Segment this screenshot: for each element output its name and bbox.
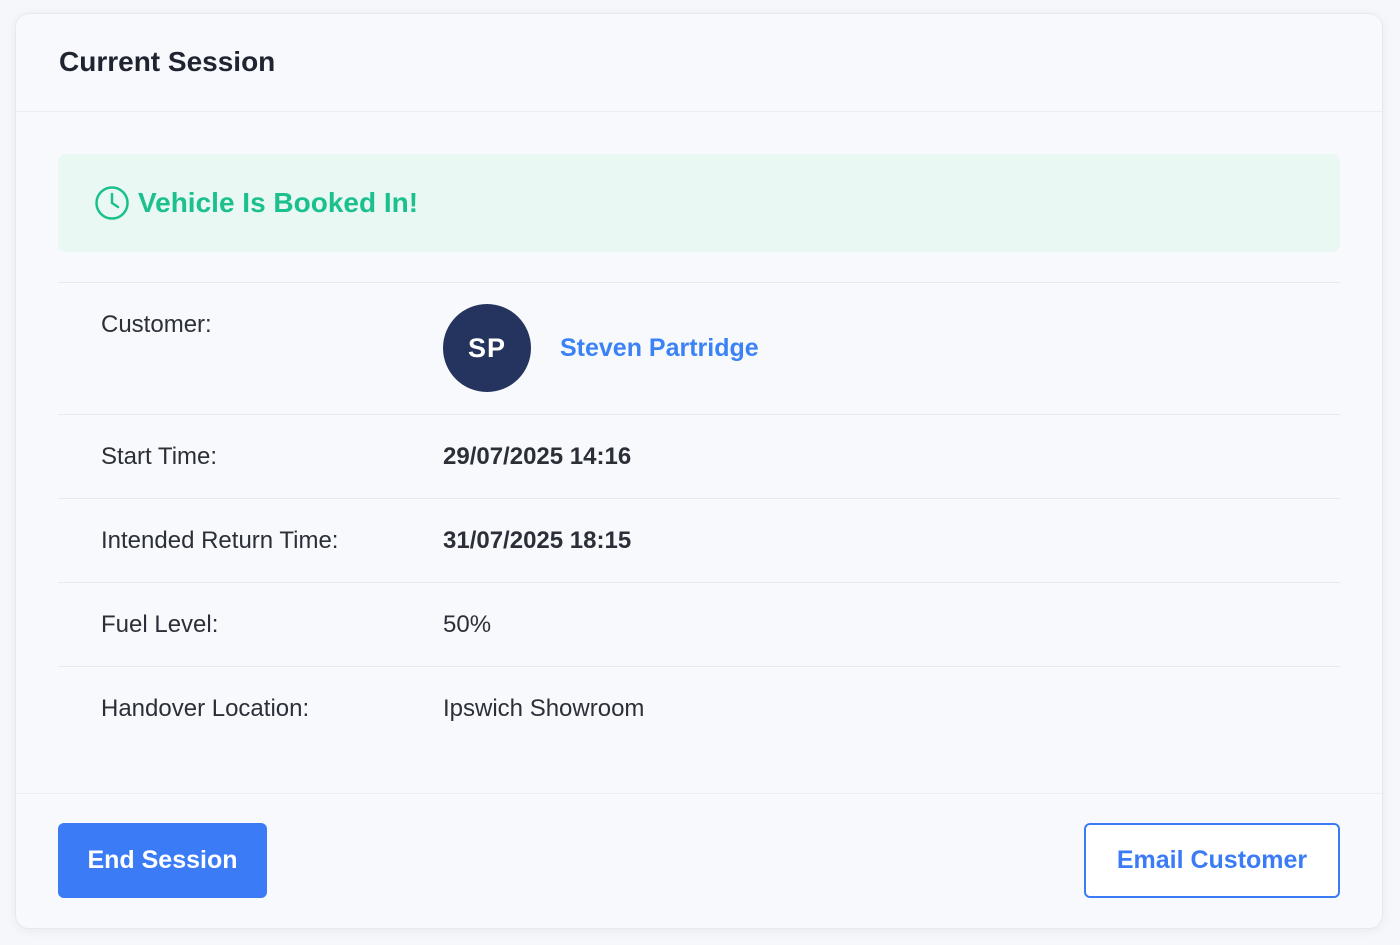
return-time-value: 31/07/2025 18:15 xyxy=(443,526,632,554)
booked-in-alert: Vehicle Is Booked In! xyxy=(58,154,1340,252)
start-time-label: Start Time: xyxy=(101,442,218,470)
session-details: Customer: SP Steven Partridge Start Time… xyxy=(58,282,1340,750)
card-footer: End Session Email Customer xyxy=(16,793,1382,928)
fuel-level-value: 50% xyxy=(443,610,492,638)
card-header: Current Session xyxy=(16,14,1382,112)
fuel-level-row: Fuel Level: 50% xyxy=(58,583,1340,667)
clock-icon xyxy=(94,185,130,221)
customer-value: SP Steven Partridge xyxy=(443,283,759,392)
customer-name-link[interactable]: Steven Partridge xyxy=(560,334,759,363)
avatar: SP xyxy=(443,304,531,392)
customer-row: Customer: SP Steven Partridge xyxy=(58,283,1340,415)
handover-location-value: Ipswich Showroom xyxy=(443,694,645,722)
start-time-value: 29/07/2025 14:16 xyxy=(443,442,632,470)
end-session-button[interactable]: End Session xyxy=(58,823,267,898)
alert-message: Vehicle Is Booked In! xyxy=(138,187,419,218)
customer-label: Customer: xyxy=(101,311,212,338)
current-session-card: Current Session Vehicle Is Booked In! Cu… xyxy=(15,13,1383,929)
card-title: Current Session xyxy=(59,45,276,77)
email-customer-button[interactable]: Email Customer xyxy=(1084,823,1340,898)
handover-location-row: Handover Location: Ipswich Showroom xyxy=(58,667,1340,750)
return-time-label: Intended Return Time: xyxy=(101,526,339,554)
return-time-row: Intended Return Time: 31/07/2025 18:15 xyxy=(58,499,1340,583)
fuel-level-label: Fuel Level: xyxy=(101,610,219,638)
handover-location-label: Handover Location: xyxy=(101,694,310,722)
card-body: Vehicle Is Booked In! Customer: SP Steve… xyxy=(16,112,1382,750)
start-time-row: Start Time: 29/07/2025 14:16 xyxy=(58,415,1340,499)
